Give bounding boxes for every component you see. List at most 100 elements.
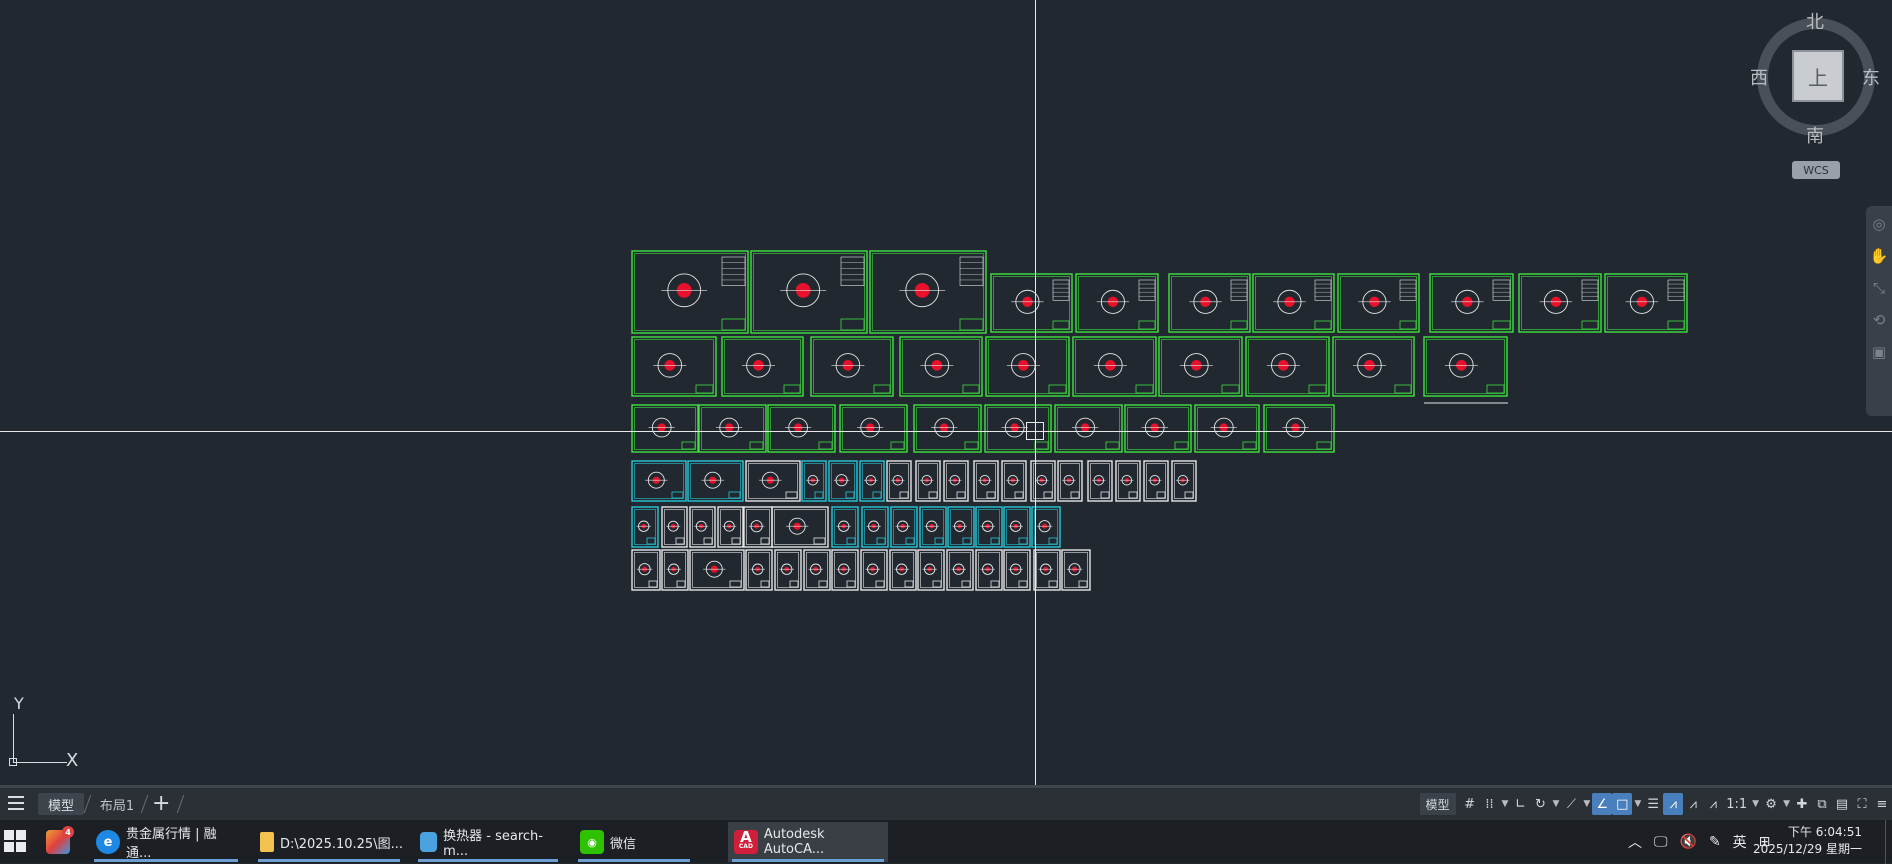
drawing-sheet[interactable] xyxy=(631,250,749,334)
taskbar-app-wechat[interactable]: ◉ 微信 xyxy=(574,822,694,862)
drawing-sheet[interactable] xyxy=(1061,549,1091,591)
drawing-sheet[interactable] xyxy=(1337,273,1420,333)
ortho-icon[interactable]: ∟ xyxy=(1510,793,1530,815)
compass-south[interactable]: 南 xyxy=(1806,122,1824,148)
drawing-canvas[interactable]: 北 南 西 东 上 WCS ◎ ✋ ⤡ ⟲ ▣ Y X xyxy=(0,0,1892,785)
isodraft-icon[interactable]: ⟋ xyxy=(1561,793,1581,815)
taskbar-app-search[interactable]: 换热器 - search-m... xyxy=(414,822,562,862)
scale-selector[interactable]: 1:1 xyxy=(1723,793,1750,815)
drawing-sheet[interactable] xyxy=(946,549,974,591)
orbit-icon[interactable]: ⟲ xyxy=(1866,306,1892,334)
drawing-sheet[interactable] xyxy=(631,460,687,502)
drawing-sheet[interactable] xyxy=(631,549,661,591)
taskbar-app-autocad[interactable]: A CAD Autodesk AutoCA... xyxy=(728,822,888,862)
pan-hand-icon[interactable]: ✋ xyxy=(1866,242,1892,270)
drawing-sheet[interactable] xyxy=(975,506,1003,548)
drawing-sheet[interactable] xyxy=(631,336,717,397)
customize-menu-icon[interactable]: ≡ xyxy=(1872,793,1892,815)
drawing-sheet[interactable] xyxy=(1252,273,1335,333)
add-layout-button[interactable]: + xyxy=(152,791,170,816)
drawing-sheet[interactable] xyxy=(774,549,802,591)
drawing-sheet[interactable] xyxy=(839,404,908,453)
chevron-up-icon[interactable]: ︿ xyxy=(1628,832,1642,852)
gear-icon[interactable]: ⚙ xyxy=(1761,793,1781,815)
grid-icon[interactable]: # xyxy=(1460,793,1480,815)
zoom-icon[interactable]: ⤡ xyxy=(1866,274,1892,302)
drawing-sheet[interactable] xyxy=(899,336,983,397)
drawing-sheet[interactable] xyxy=(803,549,831,591)
drawing-sheet[interactable] xyxy=(1194,404,1260,453)
drawing-sheet[interactable] xyxy=(717,506,744,548)
drawing-sheet[interactable] xyxy=(1124,404,1192,453)
windows-start-icon[interactable] xyxy=(4,830,26,852)
drawing-sheet[interactable] xyxy=(1604,273,1688,333)
drawing-sheet[interactable] xyxy=(1054,404,1123,453)
network-icon[interactable]: 🖵 xyxy=(1654,834,1668,850)
wcs-menu[interactable]: WCS xyxy=(1792,161,1840,179)
annotation-scale-icon[interactable]: ⩘ xyxy=(1703,793,1723,815)
drawing-sheet[interactable] xyxy=(1003,506,1031,548)
drawing-sheet[interactable] xyxy=(1429,273,1514,333)
drawing-sheet[interactable] xyxy=(975,549,1003,591)
object-snap-icon[interactable]: □ xyxy=(1612,793,1633,815)
viewcube-top-face[interactable]: 上 xyxy=(1792,50,1844,102)
drawing-sheet[interactable] xyxy=(1031,506,1061,548)
drawing-sheet[interactable] xyxy=(1168,273,1251,333)
drawing-sheet[interactable] xyxy=(1245,336,1330,397)
drawing-sheet[interactable] xyxy=(1115,460,1141,502)
isodraft-dropdown-icon[interactable]: ▼ xyxy=(1581,793,1592,815)
drawing-sheet[interactable] xyxy=(1072,336,1157,397)
showmotion-icon[interactable]: ▣ xyxy=(1866,338,1892,366)
lineweight-icon[interactable]: ☰ xyxy=(1643,793,1663,815)
drawing-sheet[interactable] xyxy=(828,460,858,502)
graphics-performance-icon[interactable]: ▤ xyxy=(1832,793,1852,815)
drawing-sheet[interactable] xyxy=(1423,336,1508,397)
drawing-sheet[interactable] xyxy=(1518,273,1602,333)
taskbar-app-browser[interactable]: e 贵金属行情 | 融通... xyxy=(90,822,242,862)
drawing-sheet[interactable] xyxy=(771,506,829,548)
plus-icon[interactable]: ✚ xyxy=(1792,793,1812,815)
tab-model[interactable]: 模型 xyxy=(38,793,84,815)
drawing-sheet[interactable] xyxy=(890,506,918,548)
drawing-sheet[interactable] xyxy=(869,250,987,334)
drawing-sheet[interactable] xyxy=(1001,460,1027,502)
drawing-sheet[interactable] xyxy=(661,549,689,591)
pen-icon[interactable]: ✎ xyxy=(1709,834,1721,850)
drawing-sheet[interactable] xyxy=(745,549,773,591)
drawing-sheet[interactable] xyxy=(985,336,1070,397)
drawing-sheet[interactable] xyxy=(721,336,804,397)
drawing-sheet[interactable] xyxy=(889,549,917,591)
system-clock[interactable]: 下午 6:04:51 2025/12/29 星期一 xyxy=(1753,824,1862,858)
compass-west[interactable]: 西 xyxy=(1750,64,1768,90)
snap-dropdown-icon[interactable]: ▼ xyxy=(1500,793,1511,815)
drawing-sheet[interactable] xyxy=(1263,404,1335,453)
drawing-sheets[interactable] xyxy=(0,0,1892,785)
polar-tracking-icon[interactable]: ↻ xyxy=(1530,793,1550,815)
hamburger-menu-icon[interactable] xyxy=(8,796,24,810)
drawing-sheet[interactable] xyxy=(631,404,699,453)
drawing-sheet[interactable] xyxy=(917,549,945,591)
app-store-button[interactable]: 4 xyxy=(40,822,78,862)
drawing-sheet[interactable] xyxy=(810,336,894,397)
drawing-sheet[interactable] xyxy=(1143,460,1169,502)
drawing-sheet[interactable] xyxy=(1087,460,1113,502)
scale-dropdown-icon[interactable]: ▼ xyxy=(1750,793,1761,815)
drawing-sheet[interactable] xyxy=(1158,336,1243,397)
drawing-sheet[interactable] xyxy=(831,549,859,591)
osnap-dropdown-icon[interactable]: ▼ xyxy=(1632,793,1643,815)
drawing-sheet[interactable] xyxy=(1332,336,1415,397)
workspace-dropdown-icon[interactable]: ▼ xyxy=(1781,793,1792,815)
drawing-sheet[interactable] xyxy=(767,404,836,453)
tab-layout1[interactable]: 布局1 xyxy=(92,793,142,815)
drawing-sheet[interactable] xyxy=(859,460,885,502)
annotation-visibility-icon[interactable]: ⩘ xyxy=(1663,793,1684,815)
drawing-sheet[interactable] xyxy=(1075,273,1159,333)
drawing-sheet[interactable] xyxy=(886,460,912,502)
compass-east[interactable]: 东 xyxy=(1862,64,1880,90)
auto-scale-icon[interactable]: ⩘ xyxy=(1683,793,1703,815)
drawing-sheet[interactable] xyxy=(919,506,947,548)
polar-dropdown-icon[interactable]: ▼ xyxy=(1550,793,1561,815)
drawing-sheet[interactable] xyxy=(698,404,767,453)
drawing-sheet[interactable] xyxy=(831,506,859,548)
drawing-sheet[interactable] xyxy=(861,506,889,548)
